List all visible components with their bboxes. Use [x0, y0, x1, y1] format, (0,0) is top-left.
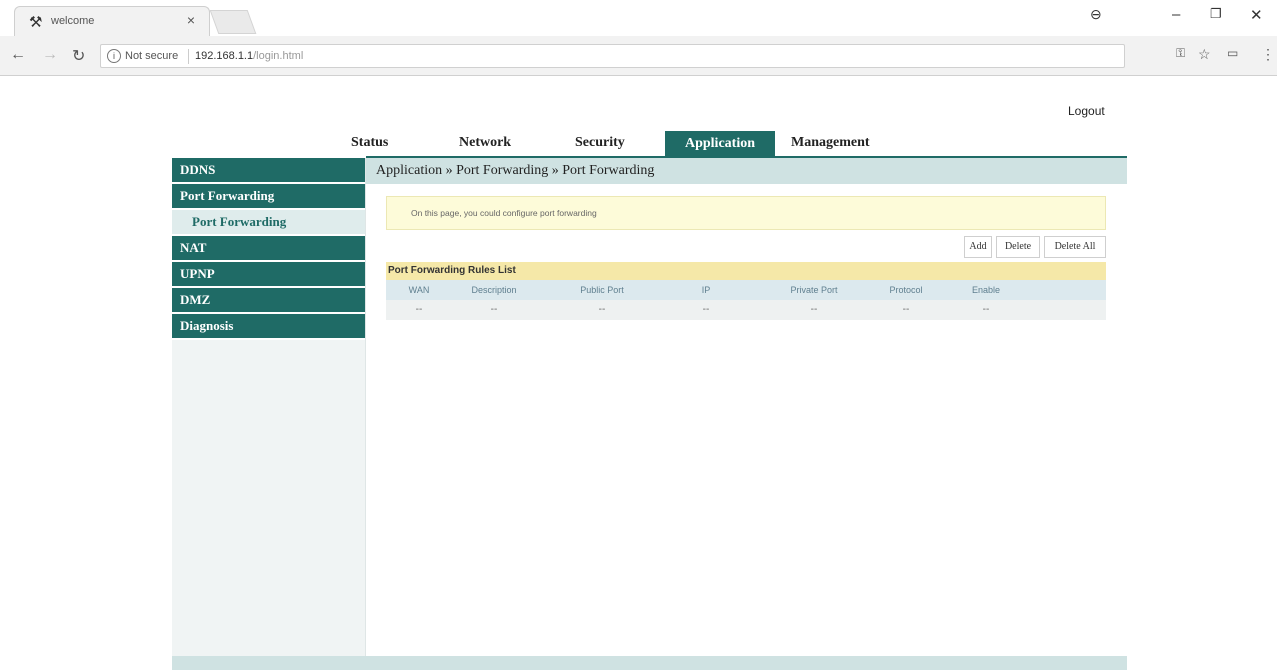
sidebar-item-dmz[interactable]: DMZ	[172, 288, 365, 314]
footer-bar	[172, 656, 1127, 670]
add-button[interactable]: Add	[964, 236, 992, 258]
address-bar-area: ← → ↻ i Not secure 192.168.1.1/login.htm…	[0, 36, 1277, 76]
url-path: /login.html	[253, 50, 304, 62]
reload-icon[interactable]: ↻	[72, 46, 85, 66]
sidebar-item-nat[interactable]: NAT	[172, 236, 365, 262]
info-icon[interactable]: i	[107, 49, 121, 63]
new-tab-button[interactable]	[209, 10, 257, 34]
delete-all-button[interactable]: Delete All	[1044, 236, 1106, 258]
tab-title: welcome	[51, 15, 95, 27]
page-notice: On this page, you could configure port f…	[386, 196, 1106, 230]
column-description: Description	[471, 285, 517, 295]
close-tab-icon[interactable]: ×	[187, 12, 195, 28]
security-status: Not secure	[125, 50, 179, 62]
sidebar-subitem-port-forwarding[interactable]: Port Forwarding	[172, 210, 365, 236]
menu-icon[interactable]: ⋮	[1261, 46, 1275, 63]
tab-management[interactable]: Management	[791, 135, 870, 151]
tab-security[interactable]: Security	[575, 135, 625, 151]
url-text: 192.168.1.1/login.html	[195, 50, 303, 62]
cell-description: --	[490, 304, 498, 315]
sidebar-item-ddns[interactable]: DDNS	[172, 158, 365, 184]
column-protocol: Protocol	[889, 285, 923, 295]
back-icon[interactable]: ←	[10, 46, 26, 64]
column-wan: WAN	[408, 285, 430, 295]
cell-public-port: --	[598, 304, 606, 315]
column-public-port: Public Port	[580, 285, 624, 295]
cell-private-port: --	[810, 304, 818, 315]
profile-icon[interactable]: ⊖	[1090, 6, 1102, 23]
column-enable: Enable	[971, 285, 1001, 295]
table-row: -- -- -- -- -- -- --	[386, 300, 1106, 320]
breadcrumb: Application » Port Forwarding » Port For…	[366, 158, 1127, 184]
forward-icon[interactable]: →	[42, 46, 58, 64]
sidebar-item-port-forwarding[interactable]: Port Forwarding	[172, 184, 365, 210]
column-private-port: Private Port	[790, 285, 838, 295]
minimize-icon[interactable]: –	[1172, 6, 1180, 23]
logout-link[interactable]: Logout	[1068, 104, 1105, 118]
table-title: Port Forwarding Rules List	[386, 262, 1106, 280]
close-window-icon[interactable]: ✕	[1250, 6, 1263, 24]
url-separator	[188, 49, 189, 64]
browser-tab-strip: ⚒ welcome × ⊖ – ❐ ✕	[0, 0, 1277, 36]
cell-ip: --	[702, 304, 710, 315]
restore-icon[interactable]: ❐	[1210, 6, 1222, 22]
cell-protocol: --	[902, 304, 910, 315]
cast-icon[interactable]: ▭	[1227, 46, 1238, 60]
url-field[interactable]: i Not secure 192.168.1.1/login.html	[100, 44, 1125, 68]
sidebar-item-upnp[interactable]: UPNP	[172, 262, 365, 288]
key-icon[interactable]: ⚿	[1176, 46, 1185, 61]
cell-enable: --	[982, 304, 990, 315]
column-ip: IP	[701, 285, 711, 295]
delete-button[interactable]: Delete	[996, 236, 1040, 258]
tab-status[interactable]: Status	[351, 135, 388, 151]
star-icon[interactable]: ☆	[1198, 46, 1211, 63]
cell-wan: --	[415, 304, 423, 315]
url-host: 192.168.1.1	[195, 50, 254, 62]
browser-tab[interactable]: ⚒ welcome ×	[14, 6, 210, 36]
table-header: WAN Description Public Port IP Private P…	[386, 280, 1106, 300]
tools-icon: ⚒	[29, 14, 43, 31]
tab-application[interactable]: Application	[665, 131, 775, 157]
sidebar-item-diagnosis[interactable]: Diagnosis	[172, 314, 365, 340]
sidebar: DDNS Port Forwarding Port Forwarding NAT…	[172, 158, 366, 656]
tab-network[interactable]: Network	[459, 135, 511, 151]
